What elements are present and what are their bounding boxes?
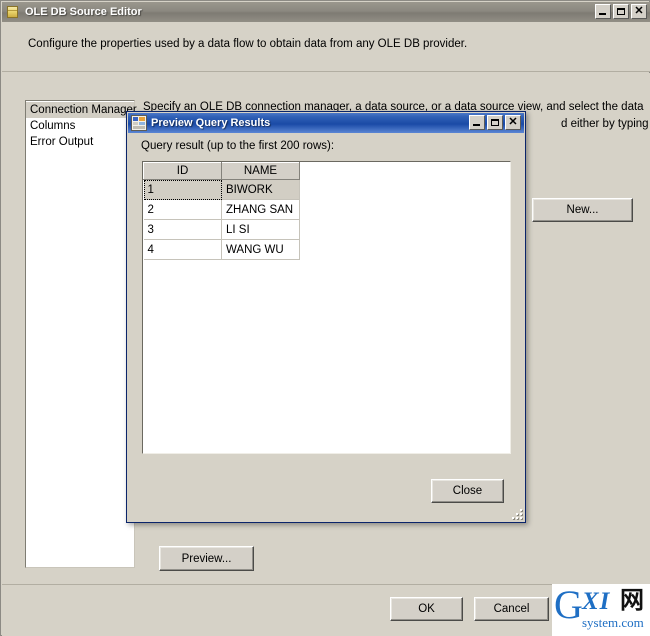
table-row[interactable]: 2 ZHANG SAN [143,199,300,220]
preview-button[interactable]: Preview... [159,546,254,571]
preview-maximize-button[interactable] [487,115,503,130]
column-header-name[interactable]: NAME [221,162,300,180]
cell-name[interactable]: BIWORK [221,179,300,200]
preview-window-controls: ✕ [469,115,521,130]
preview-dialog-titlebar[interactable]: Preview Query Results ✕ [128,113,524,133]
grid-table-icon [131,115,147,131]
watermark-cjk-char: 网 [620,586,644,614]
table-row[interactable]: 3 LI SI [143,219,300,240]
ok-button[interactable]: OK [390,597,463,621]
query-result-label: Query result (up to the first 200 rows): [141,140,335,152]
resize-grip[interactable] [509,506,522,519]
sidebar-item-error-output[interactable]: Error Output [26,134,134,150]
sidebar-item-connection-manager[interactable]: Connection Manager [26,102,137,118]
column-header-id[interactable]: ID [143,162,222,180]
cell-id[interactable]: 1 [143,179,222,200]
cell-id[interactable]: 2 [143,199,222,220]
window-titlebar[interactable]: OLE DB Source Editor ✕ [2,2,650,22]
preview-close-icon[interactable]: ✕ [505,115,521,130]
window-title: OLE DB Source Editor [25,6,142,18]
description-strip: Configure the properties used by a data … [2,22,650,72]
panel-instruction-line-2: d either by typing [561,118,649,130]
table-header-row: ID NAME [143,162,300,180]
ole-db-source-editor-window: OLE DB Source Editor ✕ Configure the pro… [0,0,650,636]
close-button[interactable]: Close [431,479,504,503]
close-icon[interactable]: ✕ [631,4,647,19]
preview-dialog-title: Preview Query Results [151,117,271,129]
cell-name[interactable]: ZHANG SAN [221,199,300,220]
table-row[interactable]: 4 WANG WU [143,239,300,260]
table-row[interactable]: 1 BIWORK [143,179,300,200]
sidebar-item-columns[interactable]: Columns [26,118,134,134]
maximize-button[interactable] [613,4,629,19]
minimize-button[interactable] [595,4,611,19]
cell-name[interactable]: WANG WU [221,239,300,260]
page-navigation-list[interactable]: Connection Manager Columns Error Output [25,100,137,568]
watermark-domain: system.com [582,615,644,630]
folder-icon [5,4,21,20]
cell-id[interactable]: 3 [143,219,222,240]
preview-query-results-dialog: Preview Query Results ✕ Query result (up… [126,111,526,523]
cell-id[interactable]: 4 [143,239,222,260]
watermark-letters-xi: XI [582,588,611,615]
description-text: Configure the properties used by a data … [28,38,468,50]
window-controls: ✕ [595,4,647,19]
result-table: ID NAME 1 BIWORK 2 ZHANG SAN 3 LI SI 4 W… [143,162,300,260]
watermark-logo: G XI 网 system.com [552,584,650,636]
cell-name[interactable]: LI SI [221,219,300,240]
result-grid[interactable]: ID NAME 1 BIWORK 2 ZHANG SAN 3 LI SI 4 W… [142,161,511,454]
preview-minimize-button[interactable] [469,115,485,130]
watermark-letter-g: G [554,584,583,627]
cancel-button[interactable]: Cancel [474,597,549,621]
new-button[interactable]: New... [532,198,633,222]
